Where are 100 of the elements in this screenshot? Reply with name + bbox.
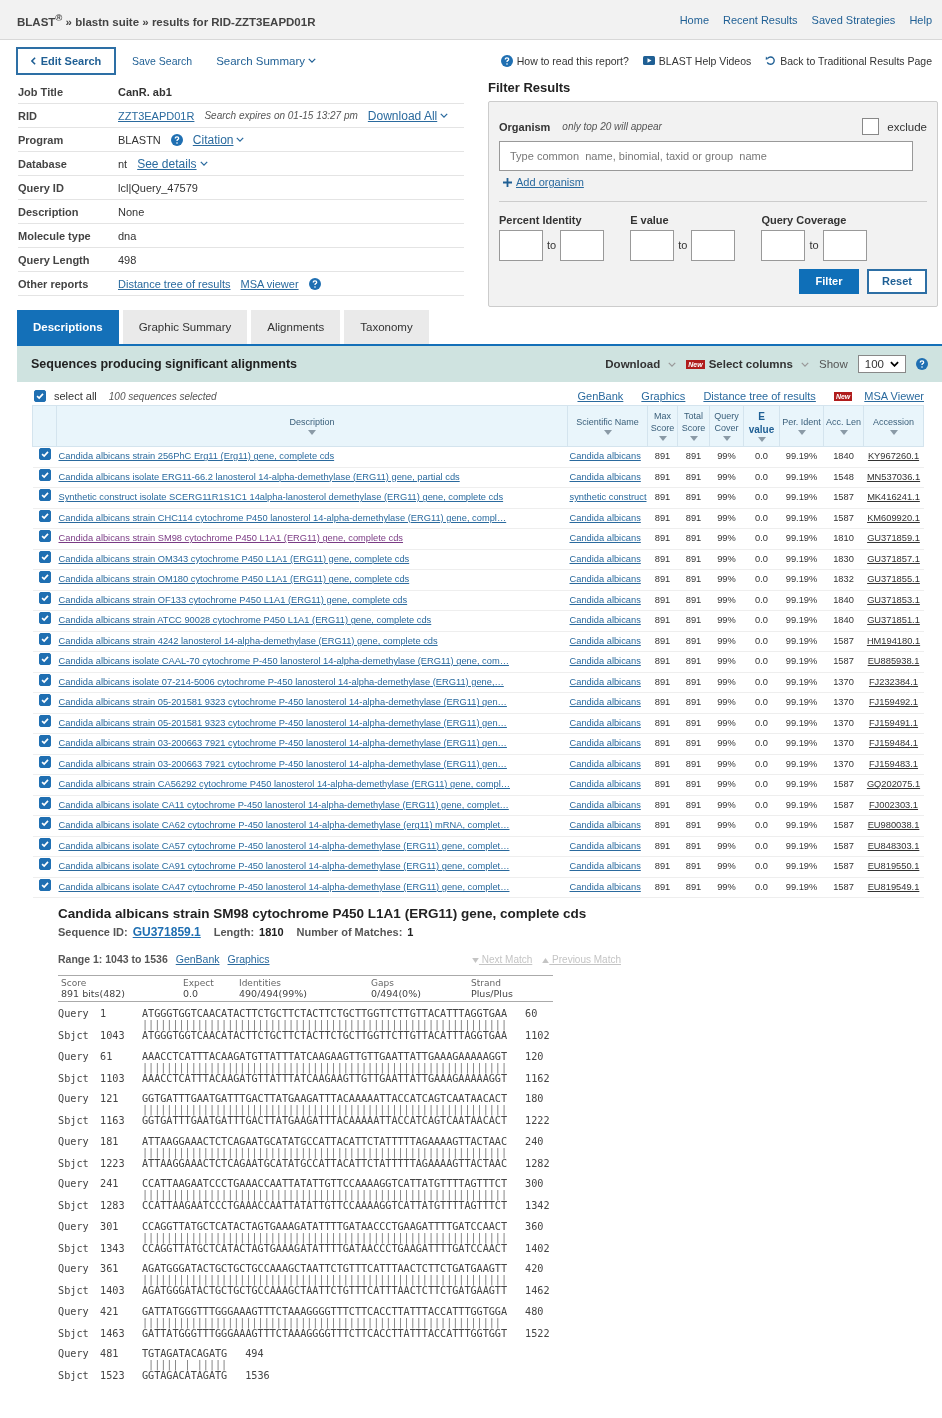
range-min-field[interactable] — [499, 229, 543, 261]
checkbox[interactable] — [38, 612, 51, 625]
organism-link[interactable]: Candida albicans — [569, 758, 641, 769]
organism-link[interactable]: Candida albicans — [569, 738, 641, 749]
checkbox[interactable] — [34, 390, 46, 402]
organism-link[interactable]: Candida albicans — [569, 717, 641, 728]
checkbox[interactable] — [38, 714, 51, 727]
link[interactable]: MSA viewer — [240, 277, 299, 290]
help-icon[interactable] — [170, 133, 183, 146]
column-header[interactable]: Acc. Len — [823, 405, 864, 447]
accession-link[interactable]: KM609920.1 — [867, 512, 920, 523]
tab[interactable]: Descriptions — [17, 310, 119, 344]
accession-link[interactable]: FJ159492.1 — [868, 697, 919, 708]
add-organism-link[interactable]: Add organism — [503, 176, 584, 188]
edit-search-button[interactable]: Edit Search — [16, 46, 116, 75]
accession-link[interactable]: EU819550.1 — [867, 861, 920, 872]
organism-link[interactable]: Candida albicans — [569, 471, 641, 482]
report-link[interactable]: Distance tree of results — [703, 390, 816, 402]
checkbox[interactable] — [38, 817, 51, 830]
column-header[interactable]: Per. Ident — [779, 405, 824, 447]
range-max-field[interactable] — [691, 229, 736, 261]
description-link[interactable]: Candida albicans strain OM343 cytochrome P450 L1A1 (ERG11) gene, complete cds — [58, 553, 410, 564]
description-link[interactable]: Candida albicans isolate CA11 cytochrome P-450 lanosterol 14-alpha-demethylase (ERG11) gene, complet… — [58, 799, 509, 810]
column-header[interactable]: Scientific Name — [567, 405, 648, 447]
accession-link[interactable]: KY967260.1 — [867, 451, 920, 462]
description-link[interactable]: Synthetic construct isolate SCERG11R1S1C1 14alpha-lanosterol demethylase (ERG11) gene, complete cds — [58, 492, 504, 503]
accession-link[interactable]: EU848303.1 — [867, 840, 920, 851]
description-link[interactable]: Candida albicans strain OM180 cytochrome P450 L1A1 (ERG11) gene, complete cds — [58, 574, 410, 585]
organism-link[interactable]: Candida albicans — [569, 533, 641, 544]
organism-link[interactable]: Candida albicans — [569, 594, 641, 605]
accession-link[interactable]: FJ159484.1 — [868, 738, 919, 749]
column-header[interactable]: Description — [56, 405, 568, 447]
organism-link[interactable]: Candida albicans — [569, 881, 641, 892]
checkbox[interactable] — [38, 550, 51, 563]
checkbox[interactable] — [38, 448, 51, 461]
column-header[interactable]: Query Cover — [709, 405, 744, 447]
range-link[interactable]: GenBank — [175, 953, 220, 965]
column-header[interactable]: Max Score — [647, 405, 678, 447]
save-search-link[interactable]: Save Search — [132, 54, 193, 67]
accession-link[interactable]: GU371853.1 — [867, 594, 920, 605]
sort-icon[interactable] — [722, 435, 731, 441]
help-icon[interactable] — [308, 277, 321, 290]
range-link[interactable]: Graphics — [227, 953, 270, 965]
description-link[interactable]: Candida albicans strain CHC114 cytochrome P450 lanosterol 14-alpha-demethylase (ERG11) gene, compl… — [58, 512, 507, 523]
description-link[interactable]: Candida albicans strain SM98 cytochrome P450 L1A1 (ERG11) gene, complete cds — [58, 533, 403, 544]
accession-link[interactable]: MK416241.1 — [867, 492, 920, 503]
organism-link[interactable]: Candida albicans — [569, 676, 641, 687]
guide-link[interactable]: BLAST Help Videos — [642, 54, 752, 67]
sort-icon[interactable] — [889, 429, 898, 435]
accession-link[interactable]: GU371859.1 — [867, 533, 920, 544]
dropdown-link[interactable]: Download All — [367, 108, 449, 123]
sort-icon[interactable] — [839, 429, 848, 435]
sort-icon[interactable] — [308, 429, 316, 435]
search-summary-menu[interactable]: Search Summary — [216, 54, 316, 67]
accession-link[interactable]: MN537036.1 — [866, 471, 921, 482]
organism-field[interactable]: Type common name, binomial, taxid or group name — [499, 141, 913, 171]
description-link[interactable]: Candida albicans strain 4242 lanosterol 14-alpha-demethylase (ERG11) gene, complete cds — [58, 635, 438, 646]
report-link[interactable]: GenBank — [577, 390, 624, 402]
sequence-id-link[interactable]: GU371859.1 — [132, 925, 201, 939]
description-link[interactable]: Candida albicans strain ATCC 90028 cytochrome P450 L1A1 (ERG11) gene, complete cds — [58, 615, 432, 626]
organism-link[interactable]: Candida albicans — [569, 656, 641, 667]
organism-link[interactable]: Candida albicans — [569, 799, 641, 810]
checkbox[interactable] — [38, 796, 51, 809]
organism-link[interactable]: Candida albicans — [569, 861, 641, 872]
show-count-select[interactable]: 100 — [857, 355, 906, 373]
select-columns-menu[interactable]: Select columns — [708, 358, 810, 370]
link[interactable]: Distance tree of results — [118, 277, 231, 290]
checkbox[interactable] — [38, 653, 51, 666]
nav-link[interactable]: Recent Results — [723, 13, 798, 26]
help-icon[interactable] — [916, 358, 928, 370]
exclude-checkbox[interactable] — [862, 118, 880, 135]
checkbox[interactable] — [38, 468, 51, 481]
description-link[interactable]: Candida albicans strain 256PhC Erg11 (Erg11) gene, complete cds — [58, 451, 335, 462]
accession-link[interactable]: FJ159491.1 — [868, 717, 919, 728]
accession-link[interactable]: GU371855.1 — [867, 574, 920, 585]
range-min-field[interactable] — [761, 229, 806, 261]
report-link[interactable]: Graphics — [641, 390, 686, 402]
column-header[interactable]: Total Score — [677, 405, 710, 447]
checkbox[interactable] — [38, 837, 51, 850]
organism-link[interactable]: Candida albicans — [569, 840, 641, 851]
organism-link[interactable]: Candida albicans — [569, 820, 641, 831]
range-max-field[interactable] — [560, 229, 605, 261]
accession-link[interactable]: FJ159483.1 — [868, 758, 919, 769]
accession-link[interactable]: EU980038.1 — [867, 820, 920, 831]
checkbox[interactable] — [38, 776, 51, 789]
checkbox[interactable] — [38, 632, 51, 645]
link[interactable]: ZZT3EAPD01R — [118, 109, 195, 122]
guide-link[interactable]: Back to Traditional Results Page — [765, 54, 932, 67]
sort-icon[interactable] — [658, 435, 667, 441]
sort-icon[interactable] — [797, 429, 806, 435]
organism-link[interactable]: Candida albicans — [569, 697, 641, 708]
accession-link[interactable]: GQ202075.1 — [866, 779, 921, 790]
download-menu[interactable]: Download — [605, 358, 677, 370]
dropdown-link[interactable]: Citation — [192, 132, 245, 147]
range-min-field[interactable] — [630, 229, 675, 261]
checkbox[interactable] — [38, 755, 51, 768]
accession-link[interactable]: EU819549.1 — [867, 881, 920, 892]
tab[interactable]: Alignments — [251, 310, 341, 344]
checkbox[interactable] — [38, 673, 51, 686]
sort-icon[interactable] — [603, 429, 612, 435]
